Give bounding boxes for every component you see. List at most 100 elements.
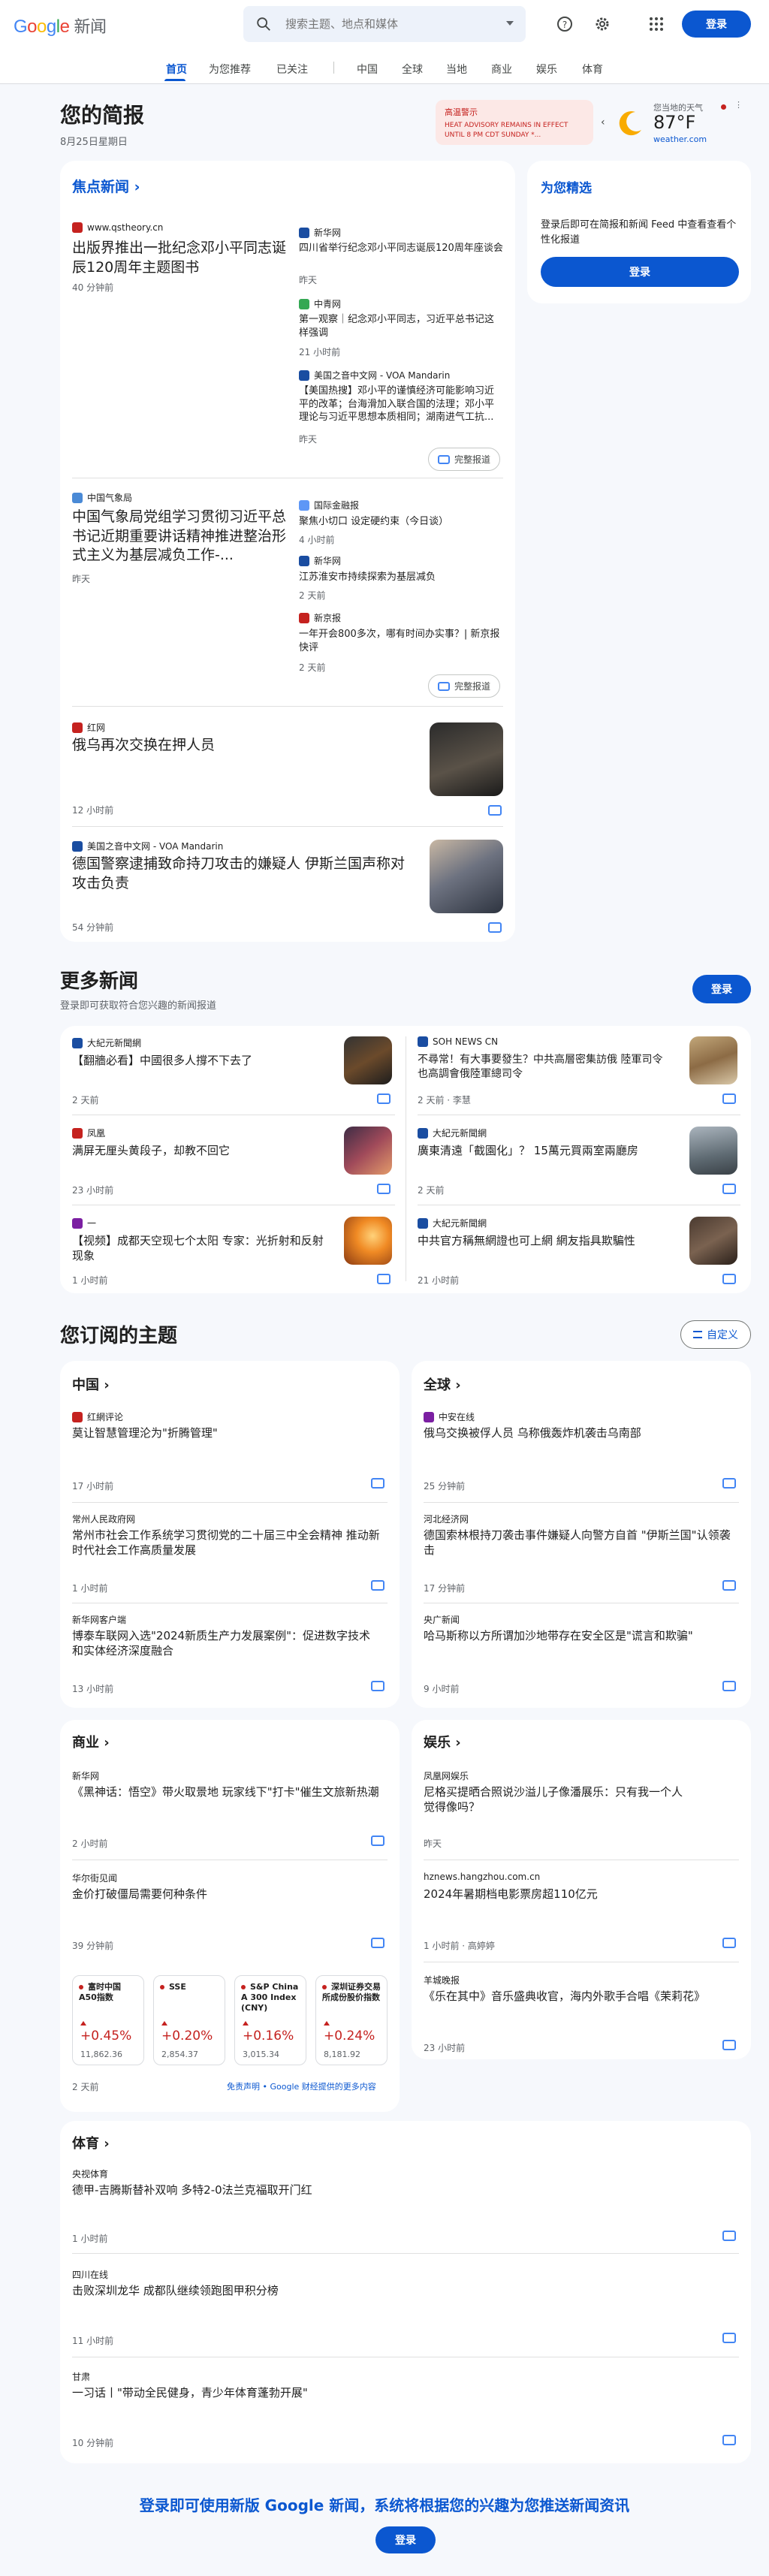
story-headline[interactable]: 江苏淮安市持续探索为基层减负: [299, 571, 503, 584]
tab-world[interactable]: 全球: [402, 62, 423, 77]
full-coverage-button[interactable]: 完整报道: [428, 448, 501, 471]
story-headline[interactable]: 【翻牆必看】中國很多人撐不下去了: [72, 1053, 327, 1068]
stock-card[interactable]: 深圳证券交易所成份股价指数 +0.24% 8,181.92: [315, 1975, 388, 2065]
story-headline[interactable]: 【视频】成都天空现七个太阳 专家：光折射和反射现象: [72, 1233, 327, 1264]
full-coverage-icon[interactable]: [722, 2333, 736, 2343]
story-thumbnail[interactable]: [689, 1036, 737, 1084]
story-headline[interactable]: 《乐在其中》音乐盛典收官，海内外歌手合唱《茉莉花》: [424, 1989, 731, 2004]
footer-signin-button[interactable]: 登录: [375, 2526, 436, 2553]
story-headline[interactable]: 一年开会800多次，哪有时间办实事？| 新京报快评: [299, 628, 503, 654]
full-coverage-icon[interactable]: [722, 2040, 736, 2050]
customize-button[interactable]: 自定义: [680, 1320, 751, 1349]
search-input[interactable]: [285, 14, 488, 35]
story-thumbnail[interactable]: [344, 1217, 392, 1265]
story-headline[interactable]: 聚焦小切口 设定硬约束（今日谈）: [299, 515, 503, 529]
full-coverage-icon[interactable]: [488, 922, 502, 933]
story-headline[interactable]: 2024年暑期档电影票房超110亿元: [424, 1887, 724, 1902]
story-headline[interactable]: 《黑神话：悟空》带火取景地 玩家线下"打卡"催生文旅新热潮: [72, 1784, 380, 1799]
tab-sports[interactable]: 体育: [582, 62, 603, 77]
story-headline[interactable]: 俄乌再次交换在押人员: [72, 736, 388, 756]
full-coverage-icon[interactable]: [371, 1580, 384, 1591]
full-coverage-button[interactable]: 完整报道: [428, 674, 501, 698]
full-coverage-icon[interactable]: [722, 1274, 736, 1284]
full-coverage-icon[interactable]: [377, 1184, 391, 1194]
full-coverage-icon[interactable]: [722, 1580, 736, 1591]
story-headline[interactable]: 第一观察｜纪念邓小平同志，习近平总书记这样强调: [299, 313, 503, 339]
story-headline[interactable]: 中国气象局党组学习贯彻习近平总书记近期重要讲话精神推进整治形式主义为基层减负工作…: [72, 508, 290, 565]
picks-signin-button[interactable]: 登录: [541, 257, 739, 287]
tab-following[interactable]: 已关注: [276, 62, 308, 77]
header-signin-button[interactable]: 登录: [682, 11, 751, 38]
tab-business[interactable]: 商业: [491, 62, 512, 77]
full-coverage-icon[interactable]: [722, 1093, 736, 1104]
story-headline[interactable]: 四川省举行纪念邓小平同志诞辰120周年座谈会: [299, 242, 503, 255]
story-thumbnail[interactable]: [344, 1127, 392, 1175]
tab-entertainment[interactable]: 娱乐: [536, 62, 557, 77]
story-headline[interactable]: 廣東清遠「截園化」？ 15萬元買兩室兩廳房: [418, 1143, 673, 1158]
search-box[interactable]: [243, 6, 526, 42]
topic-title-world[interactable]: 全球 ›: [424, 1374, 461, 1394]
full-coverage-icon[interactable]: [371, 1478, 384, 1489]
tab-local[interactable]: 当地: [446, 62, 467, 77]
full-coverage-icon[interactable]: [722, 1681, 736, 1691]
settings-icon[interactable]: [593, 15, 611, 33]
weather-widget[interactable]: ‹ 您当地的天气 ⋮ 87°F weather.com: [601, 100, 743, 145]
stock-card[interactable]: SSE +0.20% 2,854.37: [153, 1975, 225, 2065]
tab-home[interactable]: 首页: [166, 62, 187, 77]
more-news-signin-button[interactable]: 登录: [692, 975, 751, 1003]
full-coverage-icon[interactable]: [488, 805, 502, 816]
full-coverage-icon[interactable]: [371, 1681, 384, 1691]
tab-for-you[interactable]: 为您推荐: [209, 62, 251, 77]
weather-prev-icon[interactable]: ‹: [601, 116, 605, 128]
story-headline[interactable]: 哈马斯称以方所谓加沙地带存在安全区是"谎言和欺骗": [424, 1628, 731, 1643]
finance-disclaimer-link[interactable]: 免责声明 • Google 财经提供的更多内容: [227, 2080, 376, 2092]
full-coverage-icon[interactable]: [377, 1093, 391, 1104]
story-thumbnail[interactable]: [344, 1036, 392, 1084]
story-headline[interactable]: 【美国热搜】邓小平的谨慎经济可能影响习近平的改革；台海滑加入联合国的法理；邓小平…: [299, 385, 503, 425]
story-headline[interactable]: 博泰车联网入选"2024新质生产力发展案例"：促进数字技术和实体经济深度融合: [72, 1628, 380, 1659]
story-headline[interactable]: 俄乌交换被俘人员 乌称俄轰炸机袭击乌南部: [424, 1425, 731, 1440]
topic-title-business[interactable]: 商业 ›: [72, 1732, 110, 1751]
story-headline[interactable]: 金价打破僵局需要何种条件: [72, 1887, 380, 1902]
story-headline[interactable]: 德国警察逮捕致命持刀攻击的嫌疑人 伊斯兰国声称对攻击负责: [72, 855, 410, 893]
full-coverage-icon[interactable]: [371, 1938, 384, 1948]
story-headline[interactable]: 不尋常！有大事要發生？中共高層密集訪俄 陸軍司令也高調會俄陸軍總司令: [418, 1053, 673, 1081]
full-coverage-icon[interactable]: [377, 1274, 391, 1284]
full-coverage-icon[interactable]: [722, 2435, 736, 2445]
topic-title-china[interactable]: 中国 ›: [72, 1374, 110, 1394]
search-dropdown-icon[interactable]: [506, 21, 514, 26]
story-headline[interactable]: 尼格买提晒合照说沙溢儿子像潘展乐：只有我一个人觉得像吗？: [424, 1784, 686, 1815]
search-icon[interactable]: [255, 16, 272, 32]
apps-icon[interactable]: [647, 15, 665, 33]
help-icon[interactable]: ?: [556, 15, 574, 33]
story-thumbnail[interactable]: [689, 1127, 737, 1175]
story-headline[interactable]: 中共官方稱無網證也可上網 網友指具欺騙性: [418, 1233, 673, 1248]
stock-card[interactable]: S&P China A 300 Index (CNY) +0.16% 3,015.3…: [234, 1975, 306, 2065]
story-headline[interactable]: 满屏无厘头黄段子，却教不回它: [72, 1143, 327, 1158]
story-headline[interactable]: 一习话丨"带动全民健身，青少年体育蓬勃开展": [72, 2385, 688, 2400]
story-thumbnail[interactable]: [430, 840, 503, 913]
weather-more-icon[interactable]: ⋮: [734, 100, 743, 110]
full-coverage-icon[interactable]: [722, 1184, 736, 1194]
full-coverage-icon[interactable]: [722, 2231, 736, 2241]
tab-china[interactable]: 中国: [357, 62, 378, 77]
weather-source-link[interactable]: weather.com: [653, 134, 707, 144]
divider: [72, 1502, 388, 1503]
story-headline[interactable]: 莫让智慧管理沦为"折腾管理": [72, 1425, 380, 1440]
full-coverage-icon[interactable]: [371, 1835, 384, 1846]
top-stories-link[interactable]: 焦点新闻 ›: [72, 176, 140, 196]
google-news-logo[interactable]: Google 新闻: [14, 14, 107, 38]
story-headline[interactable]: 常州市社会工作系统学习贯彻党的二十届三中全会精神 推动新时代社会工作高质量发展: [72, 1528, 380, 1558]
stock-card[interactable]: 富时中国A50指数 +0.45% 11,862.36: [72, 1975, 144, 2065]
full-coverage-icon[interactable]: [722, 1478, 736, 1489]
topic-title-sports[interactable]: 体育 ›: [72, 2133, 110, 2152]
heat-alert[interactable]: 高温警示 HEAT ADVISORY REMAINS IN EFFECT UNT…: [436, 100, 593, 145]
story-headline[interactable]: 击败深圳龙华 成都队继续领跑图甲积分榜: [72, 2283, 688, 2298]
full-coverage-icon[interactable]: [722, 1938, 736, 1948]
story-headline[interactable]: 德国索林根持刀袭击事件嫌疑人向警方自首 "伊斯兰国"认领袭击: [424, 1528, 731, 1558]
story-headline[interactable]: 德甲-吉腾斯替补双响 多特2-0法兰克福取开门红: [72, 2182, 688, 2197]
story-thumbnail[interactable]: [430, 722, 503, 796]
story-thumbnail[interactable]: [689, 1217, 737, 1265]
story-headline[interactable]: 出版界推出一批纪念邓小平同志诞辰120周年主题图书: [72, 239, 290, 277]
topic-title-entertainment[interactable]: 娱乐 ›: [424, 1732, 461, 1751]
